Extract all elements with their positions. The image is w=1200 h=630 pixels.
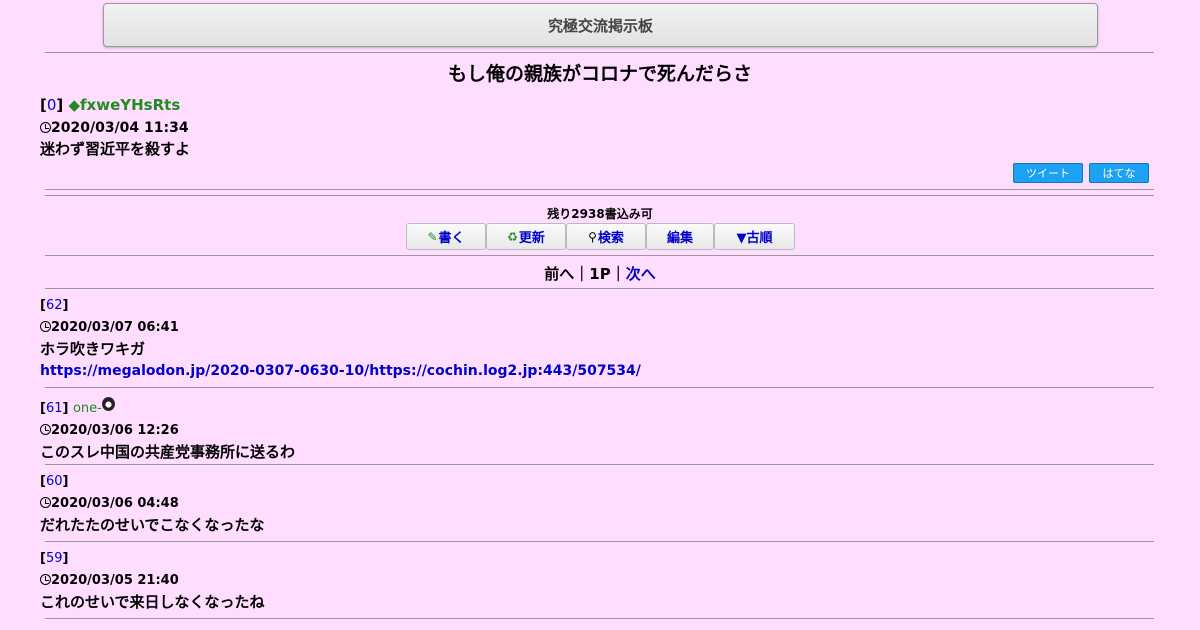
divider: [45, 195, 1154, 196]
post-header: [59]: [40, 551, 69, 566]
post-header: [62]: [40, 298, 69, 313]
refresh-button[interactable]: ♻ 更新: [486, 223, 566, 250]
clock-icon: [40, 424, 51, 435]
post-date-line: 2020/03/06 04:48: [40, 496, 1150, 512]
post-number-link[interactable]: 59: [46, 551, 63, 566]
post-url-link[interactable]: https://megalodon.jp/2020-0307-0630-10/h…: [40, 362, 1150, 380]
next-page-link[interactable]: 次へ: [626, 265, 656, 283]
thread-title: もし俺の親族がコロナで死んだらさ: [447, 63, 752, 85]
pager-sep: ｜: [610, 265, 626, 283]
post-date: 2020/03/05 21:40: [51, 573, 179, 588]
list-item: [60] 2020/03/06 04:48 だれたたのせいでこなくなったな: [40, 474, 1150, 534]
list-item: [61] one- 2020/03/06 12:26 このスレ中国の共産党事務所…: [40, 397, 1150, 461]
post-date: 2020/03/06 04:48: [51, 496, 179, 511]
write-button[interactable]: ✎ 書く: [406, 223, 486, 250]
write-label: 書く: [438, 231, 465, 246]
list-item: [62] 2020/03/07 06:41 ホラ吹きワキガ https://me…: [40, 298, 1150, 380]
clock-icon: [40, 321, 51, 332]
post-date: 2020/03/04 11:34: [51, 120, 189, 136]
post-number-link[interactable]: 0: [47, 96, 57, 114]
list-item: [59] 2020/03/05 21:40 これのせいで来日しなくなったね: [40, 551, 1150, 611]
post-body: だれたたのせいでこなくなったな: [40, 516, 265, 534]
divider: [45, 387, 1154, 388]
site-title[interactable]: 究極交流掲示板: [103, 3, 1098, 47]
search-label: 検索: [597, 231, 624, 246]
clock-icon: [40, 497, 51, 508]
post-header: [61] one-: [40, 397, 1150, 417]
post-date: 2020/03/06 12:26: [51, 423, 179, 438]
pager: 前へ｜1P｜次へ: [0, 263, 1200, 284]
poster-name: ◆fxweYHsRts: [68, 96, 181, 114]
toolbar: ✎ 書く ♻ 更新 ⚲ 検索 編集 ▼古順: [406, 223, 795, 250]
divider: [45, 52, 1154, 53]
post-body: このスレ中国の共産党事務所に送るわ: [40, 443, 296, 461]
divider: [45, 618, 1154, 619]
op-post: [0] ◆fxweYHsRts 2020/03/04 11:34 迷わず習近平を…: [40, 96, 1150, 158]
post-date-line: 2020/03/07 06:41: [40, 320, 1150, 336]
remaining-posts: 残り2938書込み可: [547, 207, 653, 221]
edit-button[interactable]: 編集: [646, 223, 714, 250]
post-header: [0] ◆fxweYHsRts: [40, 96, 181, 114]
post-number-link[interactable]: 61: [46, 401, 63, 416]
post-date-line: 2020/03/04 11:34: [40, 120, 1150, 136]
post-date-line: 2020/03/06 12:26: [40, 423, 1150, 439]
clock-icon: [40, 122, 51, 133]
post-number-link[interactable]: 62: [46, 298, 63, 313]
search-button[interactable]: ⚲ 検索: [566, 223, 646, 250]
post-date: 2020/03/07 06:41: [51, 320, 179, 335]
poster-name: one-: [72, 401, 102, 416]
divider: [45, 288, 1154, 289]
post-number-link[interactable]: 60: [46, 474, 63, 489]
post-header: [60]: [40, 474, 69, 489]
refresh-icon: ♻: [507, 229, 518, 244]
refresh-label: 更新: [518, 231, 545, 246]
divider: [45, 464, 1154, 465]
penguin-avatar-icon: [101, 397, 115, 411]
clock-icon: [40, 574, 51, 585]
tweet-button[interactable]: ツイート: [1013, 163, 1083, 183]
prev-page: 前へ: [544, 265, 575, 283]
divider: [45, 189, 1154, 190]
divider: [45, 541, 1154, 542]
divider: [45, 255, 1154, 256]
pager-sep: ｜: [574, 265, 590, 283]
site-title-text: 究極交流掲示板: [547, 16, 653, 35]
post-body: これのせいで来日しなくなったね: [40, 593, 265, 611]
pencil-icon: ✎: [427, 229, 438, 244]
post-date-line: 2020/03/05 21:40: [40, 573, 1150, 589]
search-icon: ⚲: [588, 229, 597, 244]
sort-order-label: ▼古順: [736, 231, 773, 246]
hatena-button[interactable]: はてな: [1089, 163, 1149, 183]
edit-label: 編集: [666, 231, 693, 246]
post-body: 迷わず習近平を殺すよ: [40, 140, 191, 158]
current-page: 1P: [589, 265, 611, 283]
post-body: ホラ吹きワキガ: [40, 340, 146, 358]
sort-order-button[interactable]: ▼古順: [714, 223, 795, 250]
